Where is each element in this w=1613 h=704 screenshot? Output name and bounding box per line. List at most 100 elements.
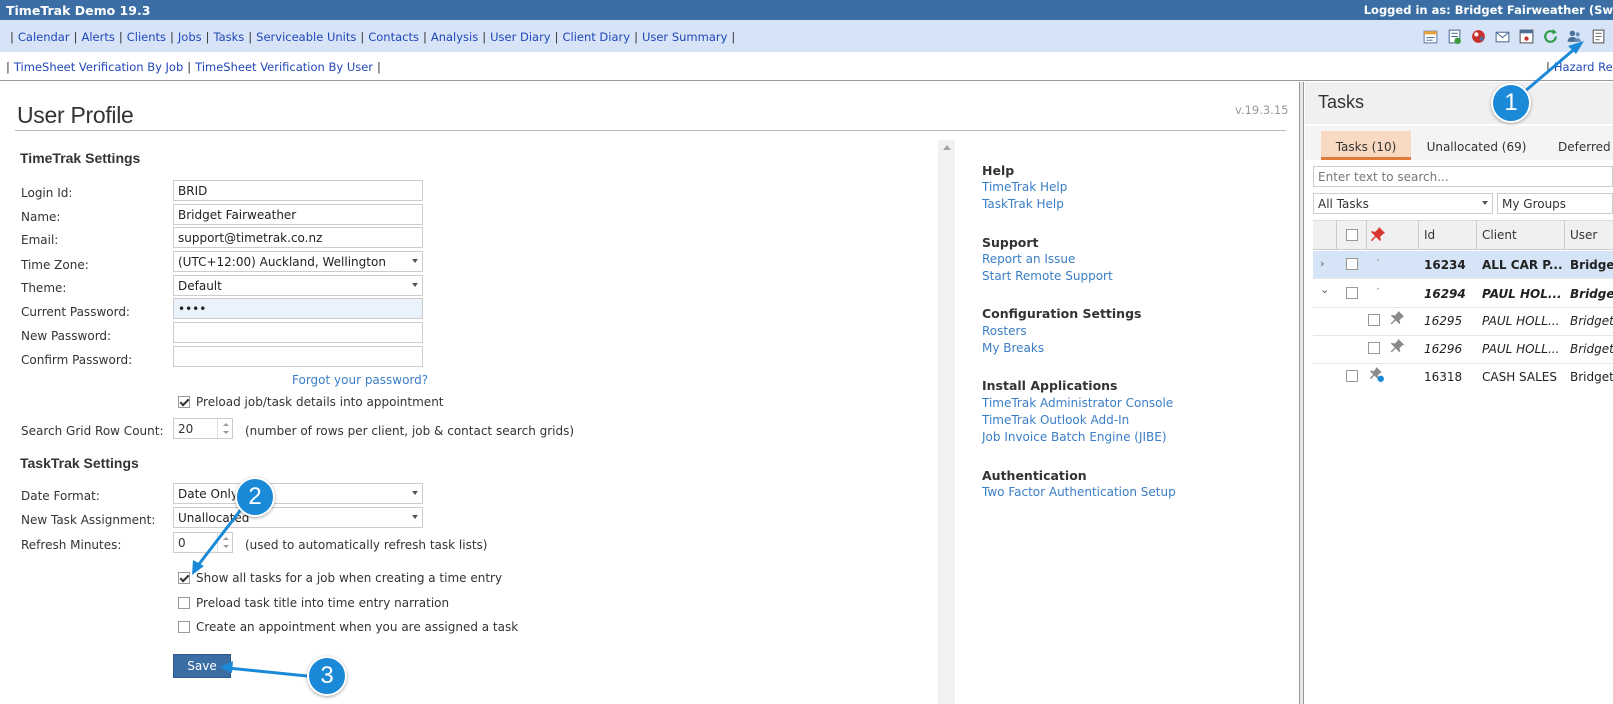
row-id: 16295 bbox=[1424, 314, 1463, 328]
row-dot: · bbox=[1376, 253, 1380, 267]
nav-jobs[interactable]: Jobs bbox=[178, 30, 202, 44]
preload-details-label: Preload job/task details into appointmen… bbox=[196, 395, 444, 409]
grid-divider bbox=[1418, 220, 1419, 250]
app-title: TimeTrak Demo 19.3 bbox=[6, 3, 151, 18]
row-user: Bridge bbox=[1570, 287, 1613, 301]
time-zone-select[interactable]: (UTC+12:00) Auckland, Wellington bbox=[173, 251, 423, 272]
row-checkbox[interactable] bbox=[1368, 314, 1380, 326]
nav-links: | Calendar | Alerts | Clients | Jobs | Tasks | Serv… bbox=[10, 30, 736, 44]
jibe-link[interactable]: Job Invoice Batch Engine (JIBE) bbox=[982, 430, 1167, 444]
pin-icon[interactable] bbox=[1390, 338, 1405, 353]
select-all-checkbox[interactable] bbox=[1346, 229, 1358, 241]
col-client[interactable]: Client bbox=[1482, 228, 1517, 242]
pin-alert-icon[interactable] bbox=[1368, 366, 1385, 383]
nav-calendar[interactable]: Calendar bbox=[18, 30, 70, 44]
grid-divider bbox=[1564, 220, 1565, 250]
nav-contacts[interactable]: Contacts bbox=[368, 30, 419, 44]
col-user[interactable]: User bbox=[1570, 228, 1597, 242]
user-profile-icon[interactable] bbox=[1566, 28, 1583, 45]
nav-client-diary[interactable]: Client Diary bbox=[562, 30, 630, 44]
panel-splitter[interactable] bbox=[1299, 82, 1304, 704]
scrollbar[interactable] bbox=[938, 140, 955, 704]
refresh-minutes-label: Refresh Minutes: bbox=[21, 538, 122, 552]
tab-deferred[interactable]: Deferred bbox=[1546, 131, 1613, 160]
date-format-select[interactable]: Date Only bbox=[173, 483, 423, 504]
alert-icon[interactable] bbox=[1470, 28, 1487, 45]
new-task-assignment-select[interactable]: Unallocated bbox=[173, 507, 423, 528]
row-client: ALL CAR P... bbox=[1482, 258, 1563, 272]
tasktrak-help-link[interactable]: TaskTrak Help bbox=[982, 197, 1064, 211]
table-row[interactable] bbox=[1313, 308, 1613, 336]
two-factor-setup-link[interactable]: Two Factor Authentication Setup bbox=[982, 485, 1176, 499]
mail-icon[interactable] bbox=[1494, 28, 1511, 45]
chevron-right-icon[interactable]: › bbox=[1320, 257, 1324, 270]
confirm-password-label: Confirm Password: bbox=[21, 353, 133, 367]
chevron-down-icon[interactable]: ⌄ bbox=[1320, 283, 1329, 296]
row-checkbox[interactable] bbox=[1346, 287, 1358, 299]
row-checkbox[interactable] bbox=[1346, 370, 1358, 382]
report-issue-link[interactable]: Report an Issue bbox=[982, 252, 1075, 266]
create-appointment-checkbox[interactable] bbox=[178, 621, 190, 633]
chevron-down-icon bbox=[412, 491, 418, 495]
tab-unallocated[interactable]: Unallocated (69) bbox=[1420, 131, 1533, 160]
show-all-tasks-checkbox[interactable] bbox=[178, 572, 190, 584]
nav-serviceable-units[interactable]: Serviceable Units bbox=[256, 30, 356, 44]
col-id[interactable]: Id bbox=[1424, 228, 1435, 242]
new-task-assignment-value: Unallocated bbox=[178, 511, 250, 525]
admin-console-link[interactable]: TimeTrak Administrator Console bbox=[982, 396, 1173, 410]
my-breaks-link[interactable]: My Breaks bbox=[982, 341, 1044, 355]
report-icon[interactable] bbox=[1446, 28, 1463, 45]
nav-user-summary[interactable]: User Summary bbox=[642, 30, 727, 44]
confirm-password-field[interactable] bbox=[173, 346, 423, 367]
remote-support-link[interactable]: Start Remote Support bbox=[982, 269, 1113, 283]
nav-clients[interactable]: Clients bbox=[127, 30, 166, 44]
task-search-input[interactable]: Enter text to search... bbox=[1313, 166, 1613, 187]
tasktrak-settings-heading: TaskTrak Settings bbox=[20, 455, 139, 471]
nav-analysis[interactable]: Analysis bbox=[431, 30, 478, 44]
nav-timesheet-by-job[interactable]: TimeSheet Verification By Job bbox=[14, 60, 183, 74]
scroll-up-icon[interactable] bbox=[943, 145, 951, 150]
group-filter-select[interactable]: My Groups bbox=[1497, 193, 1613, 214]
refresh-minutes-note: (used to automatically refresh task list… bbox=[245, 538, 488, 552]
login-id-field[interactable]: BRID bbox=[173, 180, 423, 201]
new-password-field[interactable] bbox=[173, 322, 423, 343]
name-field[interactable]: Bridget Fairweather bbox=[173, 204, 423, 225]
nav-alerts[interactable]: Alerts bbox=[81, 30, 114, 44]
tab-tasks[interactable]: Tasks (10) bbox=[1321, 131, 1411, 160]
window-icon[interactable] bbox=[1518, 28, 1535, 45]
schedule-icon[interactable] bbox=[1422, 28, 1439, 45]
rosters-link[interactable]: Rosters bbox=[982, 324, 1027, 338]
chevron-down-icon bbox=[1482, 201, 1488, 205]
time-zone-value: (UTC+12:00) Auckland, Wellington bbox=[178, 255, 386, 269]
row-checkbox[interactable] bbox=[1368, 342, 1380, 354]
document-icon[interactable] bbox=[1590, 28, 1607, 45]
timetrak-help-link[interactable]: TimeTrak Help bbox=[982, 180, 1067, 194]
create-appointment-label: Create an appointment when you are assig… bbox=[196, 620, 519, 634]
stepper-buttons[interactable] bbox=[217, 419, 232, 438]
logged-in-user[interactable]: Logged in as: Bridget Fairweather (Sw bbox=[1364, 3, 1613, 17]
email-field[interactable]: support@timetrak.co.nz bbox=[173, 227, 423, 248]
refresh-minutes-stepper[interactable]: 0 bbox=[173, 532, 233, 553]
table-row[interactable] bbox=[1313, 364, 1613, 392]
preload-task-title-checkbox[interactable] bbox=[178, 597, 190, 609]
row-dot: · bbox=[1376, 282, 1380, 296]
pin-icon[interactable] bbox=[1370, 226, 1386, 242]
save-button[interactable]: Save bbox=[173, 654, 231, 678]
current-password-field[interactable]: •••• bbox=[173, 298, 423, 319]
pin-icon[interactable] bbox=[1390, 310, 1405, 325]
nav-hazard-register[interactable]: Hazard Reg bbox=[1554, 60, 1613, 74]
refresh-icon[interactable] bbox=[1542, 28, 1559, 45]
stepper-buttons[interactable] bbox=[217, 533, 232, 552]
task-filter-select[interactable]: All Tasks bbox=[1313, 193, 1493, 214]
outlook-addin-link[interactable]: TimeTrak Outlook Add-In bbox=[982, 413, 1129, 427]
version-label: v.19.3.15 bbox=[1235, 103, 1289, 117]
search-grid-row-count-stepper[interactable]: 20 bbox=[173, 418, 233, 439]
nav-timesheet-by-user[interactable]: TimeSheet Verification By User bbox=[195, 60, 373, 74]
theme-select[interactable]: Default bbox=[173, 275, 423, 296]
table-row[interactable] bbox=[1313, 336, 1613, 364]
row-checkbox[interactable] bbox=[1346, 258, 1358, 270]
forgot-password-link[interactable]: Forgot your password? bbox=[292, 373, 428, 387]
nav-user-diary[interactable]: User Diary bbox=[490, 30, 551, 44]
nav-tasks[interactable]: Tasks bbox=[213, 30, 244, 44]
preload-details-checkbox[interactable] bbox=[178, 396, 190, 408]
